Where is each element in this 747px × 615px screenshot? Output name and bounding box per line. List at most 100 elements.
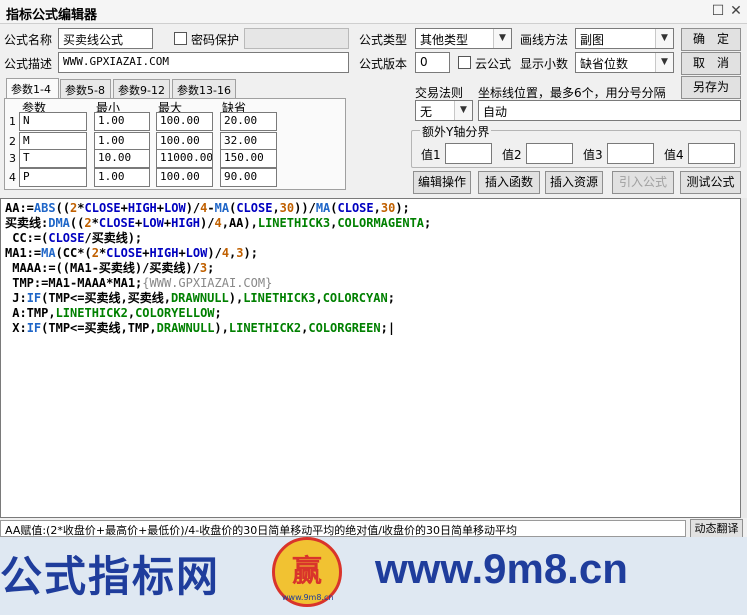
code-token: CLOSE [236, 201, 273, 215]
code-token: + [156, 201, 165, 215]
code-token: COLORCYAN [322, 291, 388, 305]
decimals-label: 显示小数 [520, 57, 569, 71]
param-default-input[interactable]: 20.00 [220, 112, 277, 131]
code-token: LINETHICK3 [243, 291, 316, 305]
param-min-input[interactable]: 1.00 [94, 112, 150, 131]
code-line: X:IF(TMP<=买卖线,TMP,DRAWNULL),LINETHICK2,C… [5, 321, 395, 336]
yaxis-value4-input[interactable] [688, 143, 735, 164]
insert-resource-button[interactable]: 插入资源 [545, 171, 603, 194]
code-token: LOW [142, 216, 164, 230]
code-token: , [272, 201, 280, 215]
code-token: + [178, 246, 186, 260]
param-min-input[interactable]: 1.00 [94, 168, 150, 187]
trade-rule-select[interactable]: 无 ▼ [415, 100, 473, 121]
tab-params-9-12[interactable]: 参数9-12 [113, 79, 170, 98]
code-line: TMP:=MA1-MAAA*MA1;{WWW.GPXIAZAI.COM} [5, 276, 272, 291]
code-token: , [127, 306, 136, 320]
code-token: 4 [214, 216, 222, 230]
code-token: /买卖线); [84, 231, 143, 245]
formula-desc-label: 公式描述 [4, 57, 53, 71]
ok-button[interactable]: 确 定 [681, 28, 741, 51]
tab-params-5-8[interactable]: 参数5-8 [60, 79, 111, 98]
param-default-input[interactable]: 90.00 [220, 168, 277, 187]
decimals-value: 缺省位数 [580, 57, 629, 71]
coord-line-label: 坐标线位置，最多6个，用分号分隔 [478, 86, 666, 100]
param-max-input[interactable]: 11000.00 [156, 149, 213, 168]
dynamic-translate-button[interactable]: 动态翻译 [690, 519, 743, 538]
param-name-input[interactable]: N [19, 112, 87, 131]
code-line: 买卖线:DMA((2*CLOSE+LOW+HIGH)/4,AA),LINETHI… [5, 216, 431, 231]
formula-type-select[interactable]: 其他类型 ▼ [415, 28, 512, 49]
yaxis-value1-label: 值1 [421, 148, 441, 162]
title-bar [0, 0, 747, 24]
code-token: 3 [199, 261, 208, 275]
password-protect-label: 密码保护 [191, 33, 240, 47]
code-token: MA [41, 246, 56, 260]
tab-params-1-4[interactable]: 参数1-4 [6, 78, 59, 99]
draw-method-label: 画线方法 [520, 33, 569, 47]
watermark-banner: 公式指标网 赢 www.9m8.cn www.9m8.cn [0, 537, 747, 615]
cloud-formula-label: 云公式 [475, 57, 512, 71]
formula-code-editor[interactable]: AA:=ABS((2*CLOSE+HIGH+LOW)/4-MA(CLOSE,30… [0, 198, 741, 518]
code-token: )/ [185, 201, 201, 215]
watermark-url: www.9m8.cn [375, 545, 628, 592]
code-line: A:TMP,LINETHICK2,COLORYELLOW; [5, 306, 222, 321]
formula-type-value: 其他类型 [420, 33, 469, 47]
close-icon[interactable]: ✕ [728, 4, 744, 20]
param-default-input[interactable]: 150.00 [220, 149, 277, 168]
code-token: ; [207, 261, 215, 275]
yaxis-value4-label: 值4 [664, 148, 684, 162]
code-token: ABS [33, 201, 56, 215]
cloud-formula-checkbox[interactable] [458, 56, 471, 69]
watermark-logo-url: www.9m8.cn [282, 593, 334, 602]
chevron-down-icon: ▼ [655, 53, 673, 72]
code-token: CLOSE [84, 201, 121, 215]
code-token: MA [315, 201, 331, 215]
yaxis-value1-input[interactable] [445, 143, 492, 164]
formula-version-input[interactable]: 0 [415, 52, 450, 73]
param-name-input[interactable]: P [19, 168, 87, 187]
code-token: (TMP<=买卖线,买卖线, [41, 291, 171, 305]
save-as-button[interactable]: 另存为 [681, 76, 741, 99]
edit-operation-button[interactable]: 编辑操作 [413, 171, 471, 194]
code-token: IF [26, 321, 42, 335]
yaxis-value2-input[interactable] [526, 143, 573, 164]
maximize-icon[interactable]: ☐ [710, 4, 726, 20]
formula-desc-input[interactable]: WWW.GPXIAZAI.COM [58, 52, 349, 73]
code-token: * [91, 216, 99, 230]
formula-name-input[interactable]: 买卖线公式 [58, 28, 153, 49]
param-row-index: 1 [9, 115, 16, 128]
editor-scrollbar[interactable] [741, 198, 747, 518]
code-token: 2 [91, 246, 99, 260]
code-token: CLOSE [106, 246, 143, 260]
code-line: MA1:=MA(CC*(2*CLOSE+HIGH+LOW)/4,3); [5, 246, 258, 261]
decimals-select[interactable]: 缺省位数 ▼ [575, 52, 674, 73]
code-token: )/ [200, 216, 215, 230]
import-formula-button[interactable]: 引入公式 [612, 171, 674, 194]
code-token: 买卖线: [5, 216, 49, 230]
trade-rule-label: 交易法则 [415, 86, 464, 100]
cancel-button[interactable]: 取 消 [681, 52, 741, 75]
param-min-input[interactable]: 10.00 [94, 149, 150, 168]
yaxis-value3-input[interactable] [607, 143, 654, 164]
chevron-down-icon: ▼ [493, 29, 511, 48]
password-input[interactable] [244, 28, 349, 49]
code-token: LINETHICK2 [55, 306, 128, 320]
password-protect-checkbox[interactable] [174, 32, 187, 45]
param-name-input[interactable]: T [19, 149, 87, 168]
param-max-input[interactable]: 100.00 [156, 112, 213, 131]
code-line: AA:=ABS((2*CLOSE+HIGH+LOW)/4-MA(CLOSE,30… [5, 201, 410, 216]
tab-params-13-16[interactable]: 参数13-16 [172, 79, 236, 98]
code-token: * [77, 201, 85, 215]
code-token: IF [26, 291, 42, 305]
formula-version-label: 公式版本 [359, 57, 408, 71]
test-formula-button[interactable]: 测试公式 [680, 171, 741, 194]
watermark-site-name: 公式指标网 [0, 552, 221, 601]
code-token: DMA [48, 216, 70, 230]
insert-function-button[interactable]: 插入函数 [478, 171, 540, 194]
draw-method-select[interactable]: 副图 ▼ [575, 28, 674, 49]
param-max-input[interactable]: 100.00 [156, 168, 213, 187]
code-token: DRAWNULL [156, 321, 215, 335]
code-token: , [373, 201, 381, 215]
coord-line-input[interactable]: 自动 [478, 100, 741, 121]
